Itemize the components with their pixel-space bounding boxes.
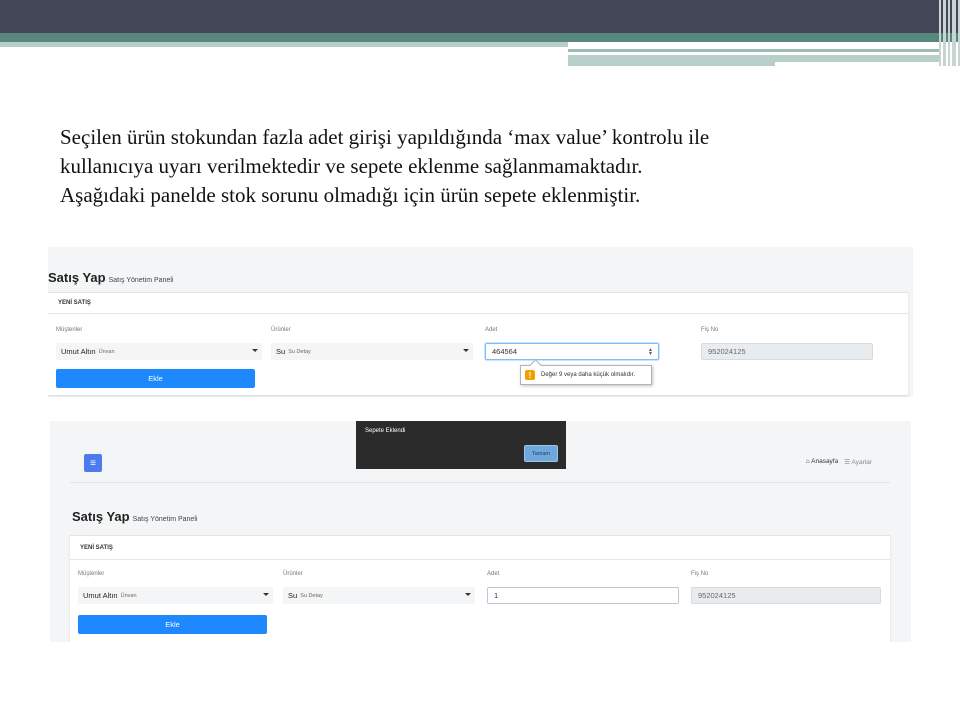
product-detail: Su Detay — [288, 348, 311, 355]
new-sale-card: YENİ SATIŞ Müşteriler Umut Altın Ünvan Ü… — [48, 292, 908, 395]
header-bar-dark — [0, 0, 960, 33]
customer-select[interactable]: Umut Altın Ünvan — [56, 343, 262, 360]
slide-body-text: Seçilen ürün stokundan fazla adet girişi… — [60, 123, 920, 210]
stepper-icon[interactable]: ▲ ▼ — [648, 348, 653, 357]
slide-line: kullanıcıya uyarı verilmektedir ve sepet… — [60, 154, 643, 178]
receipt-label: Fiş No — [701, 327, 719, 333]
card-title: YENİ SATIŞ — [48, 293, 908, 314]
product-select[interactable]: Su Su Detay — [283, 587, 475, 604]
customer-name: Umut Altın — [83, 591, 118, 600]
header-bar-light — [0, 42, 568, 47]
customers-label: Müşteriler — [56, 327, 83, 333]
product-detail: Su Detay — [300, 592, 323, 599]
customer-title: Ünvan — [98, 348, 115, 355]
chevron-down-icon — [263, 593, 269, 596]
validation-tooltip: ! Değer 9 veya daha küçük olmalıdır. — [520, 365, 652, 385]
page-title: Satış Yap Satış Yönetim Paneli — [48, 270, 174, 285]
receipt-number-field: 952024125 — [691, 587, 881, 604]
add-button[interactable]: Ekle — [78, 615, 267, 634]
slide-line: Aşağıdaki panelde stok sorunu olmadığı i… — [60, 183, 641, 207]
added-to-cart-dialog: Sepete Eklendi Tamam — [356, 421, 566, 469]
dialog-title: Sepete Eklendi — [365, 428, 406, 434]
add-button[interactable]: Ekle — [56, 369, 255, 388]
customer-name: Umut Altın — [61, 347, 96, 356]
card-title: YENİ SATIŞ — [70, 536, 890, 560]
nav-settings-link[interactable]: ☰ Ayarlar — [844, 458, 872, 466]
quantity-label: Adet — [487, 571, 500, 577]
chevron-down-icon — [465, 593, 471, 596]
chevron-down-icon — [463, 349, 469, 352]
header-stripes — [932, 0, 960, 66]
header-bar-teal — [0, 33, 960, 42]
receipt-number-field: 952024125 — [701, 343, 873, 360]
page-subtitle: Satış Yönetim Paneli — [132, 516, 198, 523]
product-name: Su — [276, 347, 286, 356]
receipt-label: Fiş No — [691, 571, 709, 577]
chevron-down-icon — [252, 349, 258, 352]
quantity-input[interactable]: 464564 ▲ ▼ — [485, 343, 659, 360]
new-sale-card: YENİ SATIŞ Müşteriler Umut Altın Ünvan Ü… — [70, 535, 890, 642]
validation-message: Değer 9 veya daha küçük olmalıdır. — [541, 372, 636, 378]
nav-links: ⌂ Anasayfa ☰ Ayarlar — [806, 458, 872, 466]
customers-label: Müşteriler — [78, 571, 105, 577]
quantity-label: Adet — [485, 327, 498, 333]
page-subtitle: Satış Yönetim Paneli — [108, 277, 174, 284]
warning-icon: ! — [525, 370, 535, 380]
ok-button[interactable]: Tamam — [524, 445, 558, 462]
page-title: Satış Yap Satış Yönetim Paneli — [72, 509, 198, 524]
product-name: Su — [288, 591, 298, 600]
nav-home-link[interactable]: ⌂ Anasayfa — [806, 458, 838, 466]
header-accent-a — [568, 42, 940, 52]
product-select[interactable]: Su Su Detay — [271, 343, 473, 360]
header-accent-c — [775, 62, 940, 66]
customer-select[interactable]: Umut Altın Ünvan — [78, 587, 273, 604]
hamburger-icon[interactable]: ≡ — [84, 454, 102, 472]
sales-panel-error-screenshot: Satış Yap Satış Yönetim Paneli YENİ SATIŞ… — [48, 247, 913, 397]
customer-title: Ünvan — [120, 592, 137, 599]
products-label: Ürünler — [283, 571, 303, 577]
products-label: Ürünler — [271, 327, 291, 333]
quantity-input[interactable]: 1 — [487, 587, 679, 604]
slide-line: Seçilen ürün stokundan fazla adet girişi… — [60, 125, 710, 149]
